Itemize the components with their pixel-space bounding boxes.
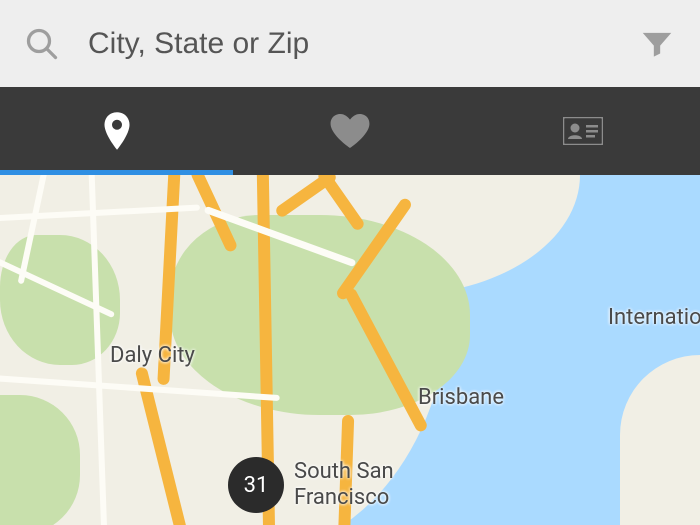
tab-favorites[interactable] bbox=[233, 87, 466, 175]
map-label-brisbane: Brisbane bbox=[418, 385, 504, 410]
map-view[interactable]: Daly City Brisbane South San Francisco I… bbox=[0, 175, 700, 525]
map-label-internation: Internation bbox=[608, 305, 700, 330]
filter-icon[interactable] bbox=[638, 25, 676, 63]
map-pin-icon bbox=[102, 112, 132, 150]
location-search-input[interactable] bbox=[88, 27, 618, 61]
cluster-count: 31 bbox=[244, 473, 269, 498]
map-label-south-sf: South San Francisco bbox=[294, 459, 394, 512]
map-cluster-marker[interactable]: 31 bbox=[228, 457, 284, 513]
map-label-daly-city: Daly City bbox=[110, 343, 195, 368]
tab-bar bbox=[0, 87, 700, 175]
tab-map[interactable] bbox=[0, 87, 233, 175]
search-icon[interactable] bbox=[24, 26, 60, 62]
id-card-icon bbox=[563, 117, 603, 145]
heart-icon bbox=[330, 114, 370, 148]
search-bar bbox=[0, 0, 700, 87]
tab-profile[interactable] bbox=[467, 87, 700, 175]
